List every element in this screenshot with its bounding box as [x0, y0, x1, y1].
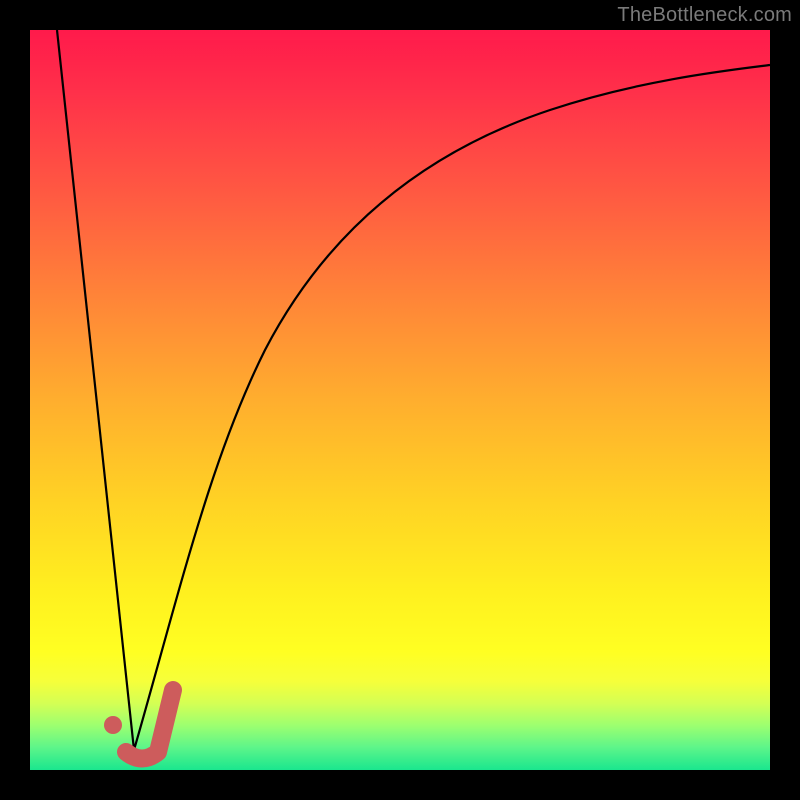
plot-area	[30, 30, 770, 770]
curve-left-branch	[57, 30, 134, 750]
optimal-dot-icon	[104, 716, 122, 734]
watermark-label: TheBottleneck.com	[617, 4, 792, 27]
chart-overlay	[30, 30, 770, 770]
chart-frame: TheBottleneck.com	[0, 0, 800, 800]
optimal-j-marker	[126, 690, 173, 759]
curve-right-branch	[134, 65, 770, 750]
